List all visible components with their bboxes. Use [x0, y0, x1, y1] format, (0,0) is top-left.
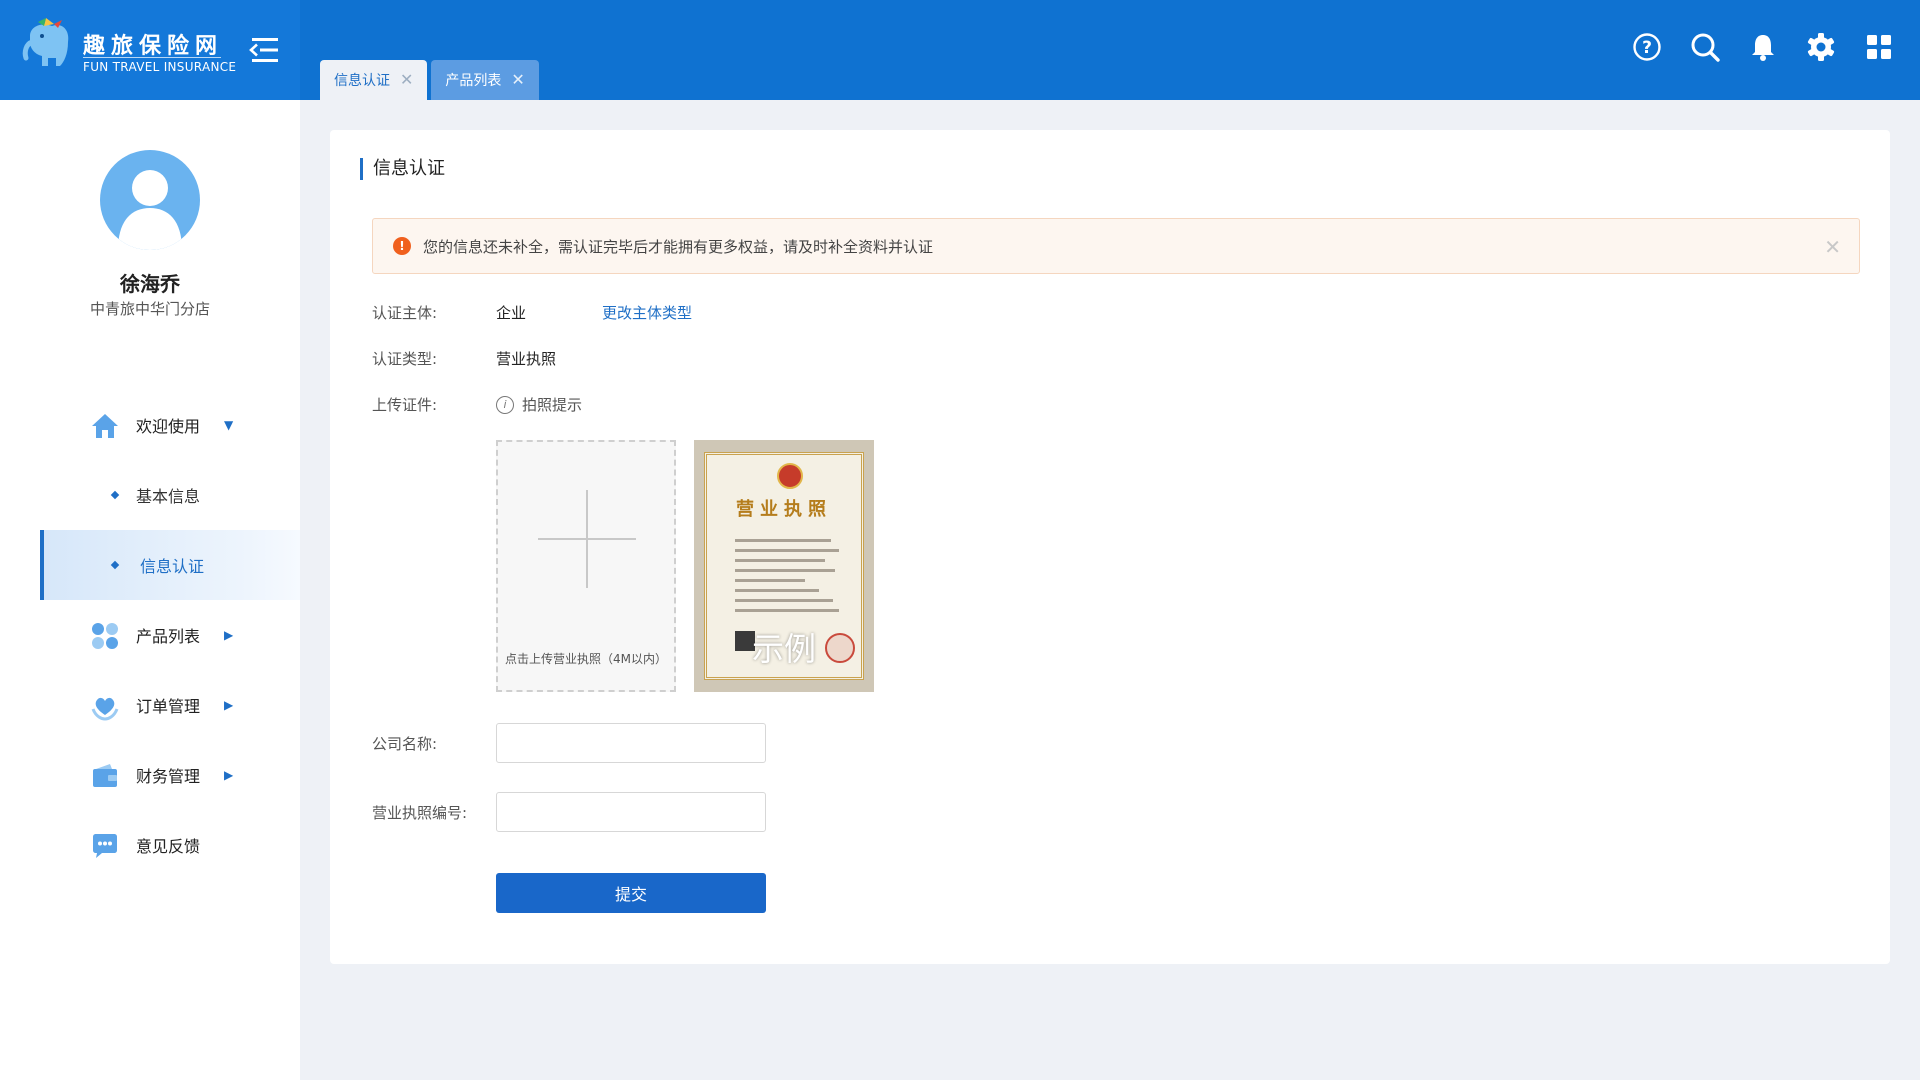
chevron-right-icon: ▶ — [224, 698, 234, 712]
apps-grid-icon[interactable] — [1862, 30, 1896, 64]
sidebar: 徐海乔 中青旅中华门分店 欢迎使用 ▼ 基本信息 信息认证 产品列表 ▶ 订单管… — [0, 100, 300, 1080]
info-auth-card: 信息认证 ! 您的信息还未补全，需认证完毕后才能拥有更多权益，请及时补全资料并认… — [330, 130, 1890, 964]
brand-title: 趣旅保险网 — [83, 34, 224, 59]
sample-watermark: 示例 — [751, 630, 816, 668]
brand-subtitle: FUN TRAVEL INSURANCE — [83, 60, 237, 74]
license-number-input[interactable] — [496, 792, 766, 832]
help-icon[interactable]: ? — [1630, 30, 1664, 64]
page-title: 信息认证 — [360, 158, 445, 180]
company-row: 公司名称: — [372, 733, 496, 754]
upload-row: 上传证件: i 拍照提示 — [372, 394, 582, 415]
upload-hint: 点击上传营业执照（4M以内） — [505, 652, 667, 666]
sidebar-item-info-auth[interactable]: 信息认证 — [40, 530, 300, 600]
doc-line — [735, 609, 839, 612]
license-label: 营业执照编号: — [372, 804, 468, 822]
close-icon[interactable]: ✕ — [1824, 235, 1841, 259]
change-subject-link[interactable]: 更改主体类型 — [602, 302, 692, 323]
license-upload-box[interactable]: 点击上传营业执照（4M以内） — [496, 440, 676, 692]
tab-product-list[interactable]: 产品列表 ✕ — [431, 60, 539, 100]
sidebar-item-label: 欢迎使用 — [136, 417, 201, 436]
type-value: 营业执照 — [496, 350, 557, 368]
subject-value: 企业 — [496, 304, 527, 322]
upload-label: 上传证件: — [372, 396, 438, 414]
user-avatar-icon — [118, 170, 182, 250]
sidebar-item-welcome[interactable]: 欢迎使用 ▼ — [40, 390, 300, 460]
tab-label: 信息认证 — [334, 73, 390, 89]
home-icon — [92, 414, 118, 438]
user-org: 中青旅中华门分店 — [89, 300, 210, 318]
chevron-right-icon: ▶ — [224, 628, 234, 642]
doc-line — [735, 549, 839, 552]
wallet-icon — [93, 764, 117, 787]
subject-label: 认证主体: — [372, 304, 438, 322]
sidebar-item-label: 信息认证 — [140, 557, 205, 576]
header-actions: ? — [1630, 30, 1896, 64]
type-label: 认证类型: — [372, 350, 438, 368]
sidebar-item-label: 订单管理 — [136, 697, 201, 716]
tab-info-auth[interactable]: 信息认证 ✕ — [320, 60, 428, 100]
chevron-down-icon: ▼ — [224, 418, 234, 432]
photo-tip-link[interactable]: 拍照提示 — [522, 394, 582, 415]
incomplete-info-alert: ! 您的信息还未补全，需认证完毕后才能拥有更多权益，请及时补全资料并认证 ✕ — [372, 218, 1860, 274]
search-icon[interactable] — [1688, 30, 1722, 64]
sidebar-nav: 欢迎使用 ▼ 基本信息 信息认证 产品列表 ▶ 订单管理 ▶ 财务管理 ▶ 意见… — [40, 390, 300, 880]
sidebar-item-finance[interactable]: 财务管理 ▶ — [40, 740, 300, 810]
doc-line — [735, 539, 831, 542]
bullet-icon — [110, 560, 120, 570]
avatar[interactable] — [100, 150, 200, 250]
company-label: 公司名称: — [372, 735, 438, 753]
sidebar-item-basic-info[interactable]: 基本信息 — [40, 460, 300, 530]
brand-divider — [83, 57, 221, 58]
sidebar-item-label: 产品列表 — [136, 627, 201, 646]
subject-row: 认证主体: 企业 更改主体类型 — [372, 302, 692, 323]
license-row: 营业执照编号: — [372, 802, 496, 823]
doc-line — [735, 579, 805, 582]
tab-bar: 信息认证 ✕ 产品列表 ✕ — [320, 60, 539, 100]
feedback-icon — [93, 834, 117, 858]
svg-text:?: ? — [1642, 38, 1652, 58]
sidebar-item-label: 财务管理 — [136, 767, 201, 786]
sidebar-item-label: 基本信息 — [136, 487, 201, 506]
plus-icon-vertical — [586, 490, 588, 588]
close-icon[interactable]: ✕ — [400, 72, 413, 88]
close-icon[interactable]: ✕ — [511, 72, 524, 88]
doc-line — [735, 599, 833, 602]
orders-icon — [91, 697, 119, 721]
info-icon: i — [496, 395, 514, 414]
products-icon — [92, 623, 118, 649]
tab-label: 产品列表 — [445, 73, 502, 89]
national-emblem-icon — [777, 463, 803, 489]
alert-message: 您的信息还未补全，需认证完毕后才能拥有更多权益，请及时补全资料并认证 — [423, 237, 934, 256]
top-header: 趣旅保险网 FUN TRAVEL INSURANCE 信息认证 ✕ 产品列表 ✕… — [0, 0, 1920, 100]
doc-line — [735, 569, 835, 572]
settings-icon[interactable] — [1804, 30, 1838, 64]
elephant-logo-icon — [22, 18, 69, 66]
menu-collapse-icon[interactable] — [246, 32, 282, 68]
sample-license-image[interactable]: 营业执照 示例 — [694, 440, 874, 692]
chevron-right-icon: ▶ — [224, 768, 234, 782]
user-name: 徐海乔 — [120, 272, 180, 296]
sample-doc-title: 营业执照 — [736, 499, 832, 520]
sidebar-item-feedback[interactable]: 意见反馈 — [40, 810, 300, 880]
company-name-input[interactable] — [496, 723, 766, 763]
bullet-icon — [110, 490, 120, 500]
bell-icon[interactable] — [1746, 30, 1780, 64]
type-row: 认证类型: 营业执照 — [372, 348, 556, 369]
doc-line — [735, 589, 819, 592]
sidebar-item-label: 意见反馈 — [136, 837, 201, 856]
doc-line — [735, 559, 825, 562]
warning-icon: ! — [393, 237, 411, 255]
sidebar-item-products[interactable]: 产品列表 ▶ — [40, 600, 300, 670]
sidebar-item-orders[interactable]: 订单管理 ▶ — [40, 670, 300, 740]
submit-button[interactable]: 提交 — [496, 873, 766, 913]
